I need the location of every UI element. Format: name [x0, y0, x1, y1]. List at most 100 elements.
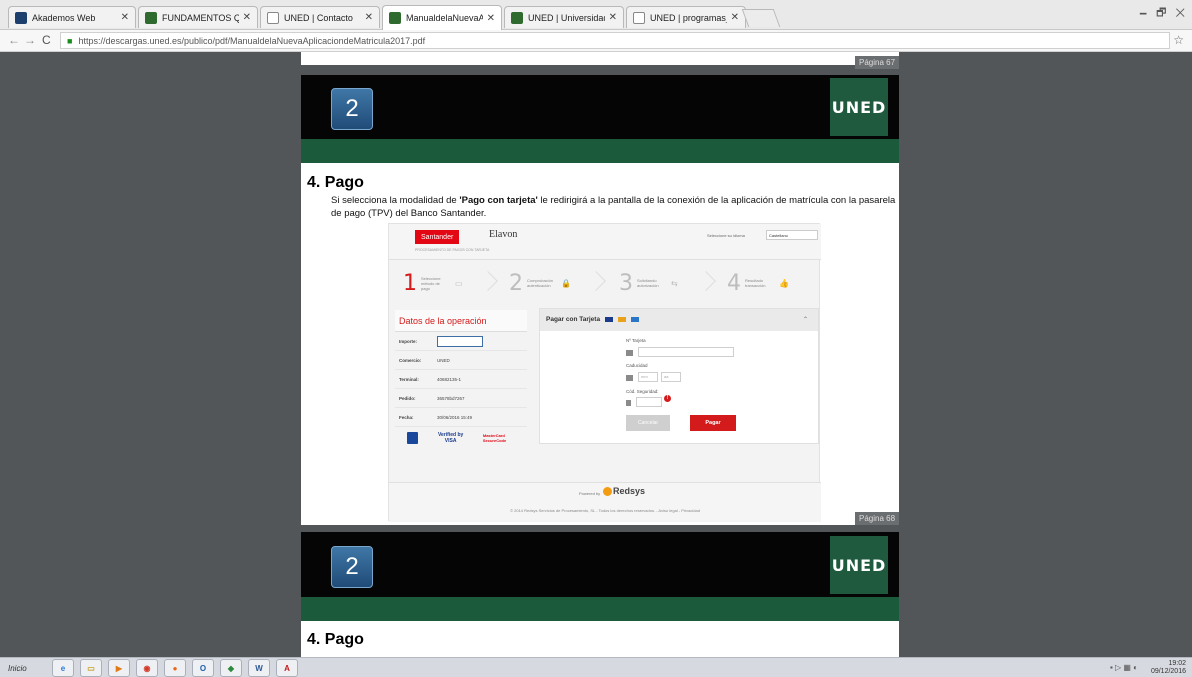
- operation-data-panel: Datos de la operación Importe: Comercio:…: [395, 310, 527, 476]
- favicon-icon: [15, 11, 27, 24]
- close-tab-icon[interactable]: ✕: [731, 12, 739, 23]
- row-key: Comercio:: [399, 358, 422, 363]
- chapter-number-badge: 2: [331, 546, 373, 588]
- step-text: Seleccione método de pago: [421, 275, 441, 291]
- tab-programas[interactable]: UNED | programas_doctora ✕: [626, 6, 746, 28]
- tab-manual-active[interactable]: ManualdelaNuevaAplicacion ✕: [382, 5, 502, 30]
- step-4: 4 Resultado transacción 👍: [727, 270, 789, 296]
- step-chevron: [586, 271, 606, 291]
- step-text: Solicitando autorización: [637, 278, 659, 288]
- tab-title: Akademos Web: [32, 12, 96, 23]
- word-icon[interactable]: W: [248, 659, 270, 677]
- outlook-icon[interactable]: O: [192, 659, 214, 677]
- lock-icon: 🔒: [561, 278, 571, 288]
- row-value: 40682135-1: [437, 377, 462, 382]
- start-button[interactable]: Inicio: [4, 660, 31, 676]
- card-icon: [626, 350, 633, 356]
- close-tab-icon[interactable]: ✕: [243, 12, 251, 23]
- thumbs-up-icon: 👍: [779, 278, 789, 288]
- row-key: Fecha:: [399, 415, 414, 420]
- para-text-1: Si selecciona la modalidad de: [331, 195, 460, 206]
- elavon-logo: Elavon: [489, 229, 518, 240]
- error-icon: !: [664, 395, 671, 402]
- verified-by-visa-logo: Verified by VISA: [437, 432, 464, 444]
- section-title: 4. Pago: [307, 174, 364, 191]
- redsys-logo: Redsys: [603, 486, 646, 497]
- page-number-label: Página 68: [855, 512, 900, 525]
- tpv-tagline: PROCESAMIENTO DE PAGOS CON TARJETA: [415, 248, 490, 252]
- step-chevron: [478, 271, 498, 291]
- card-brand-icon: [407, 432, 419, 444]
- browser-tabstrip: Akademos Web ✕ FUNDAMENTOS QUÍMICOS ✕ UN…: [0, 0, 1192, 30]
- tab-title: ManualdelaNuevaAplicacion: [406, 13, 483, 23]
- card-payment-panel: Pagar con Tarjeta ⌃ Nº Tarjeta Caducidad…: [539, 308, 819, 444]
- close-tab-icon[interactable]: ✕: [609, 12, 617, 23]
- language-select: Castellano: [766, 230, 818, 240]
- chrome-icon[interactable]: ◉: [136, 659, 158, 677]
- pdf-viewer[interactable]: Página 67 2 UNED 4. Pago Si selecciona l…: [0, 52, 1192, 657]
- security-logos: Verified by VISA MasterCard SecureCode: [407, 432, 527, 444]
- browser-toolbar: ← → C ■ https://descargas.uned.es/public…: [0, 30, 1192, 52]
- step-3: 3 Solicitando autorización ⇆: [619, 270, 678, 296]
- forward-icon[interactable]: →: [24, 33, 36, 47]
- clock-time: 19:02: [1168, 660, 1186, 667]
- pdf-page-next: 2 UNED 4. Pago: [301, 532, 899, 657]
- row-value: 30/06/2016 15:49: [437, 415, 473, 420]
- tray-icons[interactable]: ▪ ▷ ▦ ◐: [1110, 663, 1138, 672]
- language-label: Seleccione su idioma: [707, 233, 745, 238]
- media-icon[interactable]: ▶: [108, 659, 130, 677]
- row-value: UNED: [437, 358, 450, 363]
- step-chevron: [696, 271, 716, 291]
- window-controls[interactable]: 🗕 🗗 ✕: [1139, 4, 1188, 23]
- tab-title: UNED | Universidad Nacion: [528, 12, 605, 23]
- favicon-icon: [145, 11, 157, 24]
- firefox-icon[interactable]: ●: [164, 659, 186, 677]
- new-tab-button[interactable]: [741, 9, 781, 27]
- pdf-page: 2 UNED 4. Pago Si selecciona la modalida…: [301, 75, 899, 525]
- card-number-label: Nº Tarjeta: [626, 338, 646, 343]
- close-tab-icon[interactable]: ✕: [487, 13, 495, 24]
- close-tab-icon[interactable]: ✕: [365, 12, 373, 23]
- card-icon: ▭: [455, 278, 463, 288]
- redsys-text: Redsys: [613, 486, 646, 496]
- expiry-label: Caducidad: [626, 363, 648, 368]
- row-key: Terminal:: [399, 377, 419, 382]
- favicon-icon: [389, 12, 401, 24]
- tab-fundamentos[interactable]: FUNDAMENTOS QUÍMICOS ✕: [138, 6, 258, 28]
- tab-title: UNED | programas_doctora: [650, 12, 727, 23]
- page-number-label: Página 67: [855, 56, 900, 69]
- pay-button: Pagar: [690, 415, 736, 431]
- operation-data-title: Datos de la operación: [395, 310, 527, 332]
- step-number: 1: [403, 270, 417, 296]
- tab-akademos[interactable]: Akademos Web ✕: [8, 6, 136, 28]
- mastercard-securecode-logo: MasterCard SecureCode: [482, 433, 507, 443]
- app-icon[interactable]: ◆: [220, 659, 242, 677]
- folder-icon[interactable]: ▭: [80, 659, 102, 677]
- chapter-banner: [301, 75, 899, 139]
- chapter-banner: [301, 532, 899, 597]
- step-1: 1 Seleccione método de pago ▭: [403, 270, 463, 296]
- reload-icon[interactable]: C: [42, 33, 51, 47]
- acrobat-icon[interactable]: A: [276, 659, 298, 677]
- collapse-icon: ⌃: [802, 317, 808, 323]
- cvv-label: Cód. Seguridad:: [626, 389, 659, 394]
- padlock-icon: [626, 400, 631, 406]
- tab-contacto[interactable]: UNED | Contacto ✕: [260, 6, 380, 28]
- close-tab-icon[interactable]: ✕: [121, 12, 129, 23]
- tab-universidad[interactable]: UNED | Universidad Nacion ✕: [504, 6, 624, 28]
- row-key: Importe:: [399, 339, 417, 344]
- row-importe: Importe:: [395, 332, 527, 351]
- favicon-icon: [511, 11, 523, 24]
- row-comercio: Comercio: UNED: [395, 351, 527, 370]
- step-number: 3: [619, 270, 633, 296]
- section-title: 4. Pago: [307, 631, 364, 648]
- section-paragraph: Si selecciona la modalidad de 'Pago con …: [331, 194, 901, 220]
- transfer-icon: ⇆: [671, 278, 678, 288]
- visa-icon: [604, 316, 613, 322]
- ie-icon[interactable]: e: [52, 659, 74, 677]
- address-bar[interactable]: ■ https://descargas.uned.es/publico/pdf/…: [60, 32, 1170, 49]
- clock[interactable]: 19:02 09/12/2016: [1151, 660, 1186, 676]
- back-icon[interactable]: ←: [8, 33, 20, 47]
- expiry-year-input: aa: [661, 372, 681, 382]
- bookmark-star-icon[interactable]: ☆: [1173, 33, 1184, 47]
